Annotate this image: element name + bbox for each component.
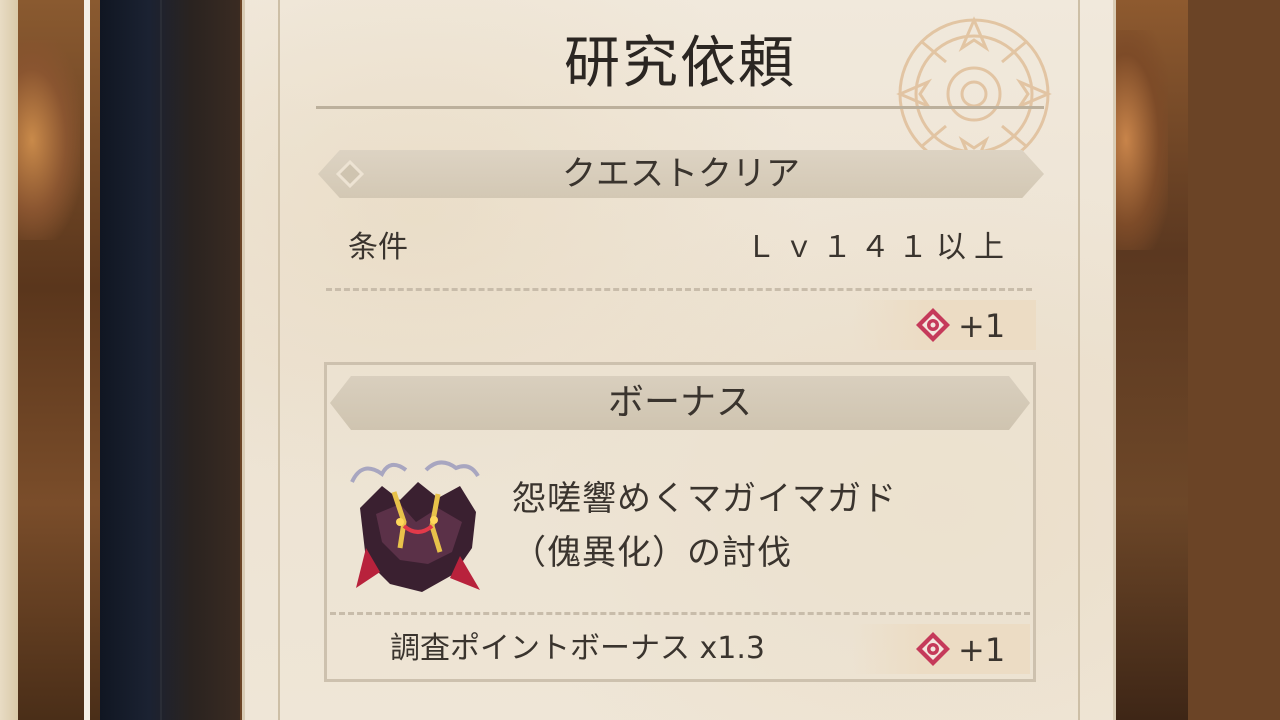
magnamalo-portrait-icon — [350, 460, 480, 592]
research-point-icon — [916, 632, 950, 666]
target-text-line1: 怨嗟響めくマガイマガド — [512, 479, 897, 519]
background-lamp-right — [1108, 30, 1168, 250]
research-point-icon — [916, 308, 950, 342]
target-text-line2: （傀異化）の討伐 — [512, 533, 792, 573]
book-spine — [100, 0, 240, 720]
bonus-header: ボーナス — [330, 376, 1030, 430]
clear-reward-value: +1 — [958, 307, 1006, 345]
bonus-reward-value: +1 — [958, 631, 1006, 669]
quest-clear-header: クエストクリア — [318, 150, 1044, 198]
condition-value: Ｌｖ１４１以上 — [746, 230, 1012, 265]
background-divider — [84, 0, 90, 720]
page-title: 研究依頼 — [564, 31, 796, 96]
bonus-divider — [330, 612, 1030, 615]
condition-label: 条件 — [348, 230, 408, 265]
condition-divider — [326, 288, 1032, 291]
title-divider — [316, 106, 1044, 109]
background-paper-edge — [0, 0, 18, 720]
background-far-right — [1188, 0, 1280, 720]
bonus-rate-text: 調査ポイントボーナス x1.3 — [390, 631, 765, 666]
